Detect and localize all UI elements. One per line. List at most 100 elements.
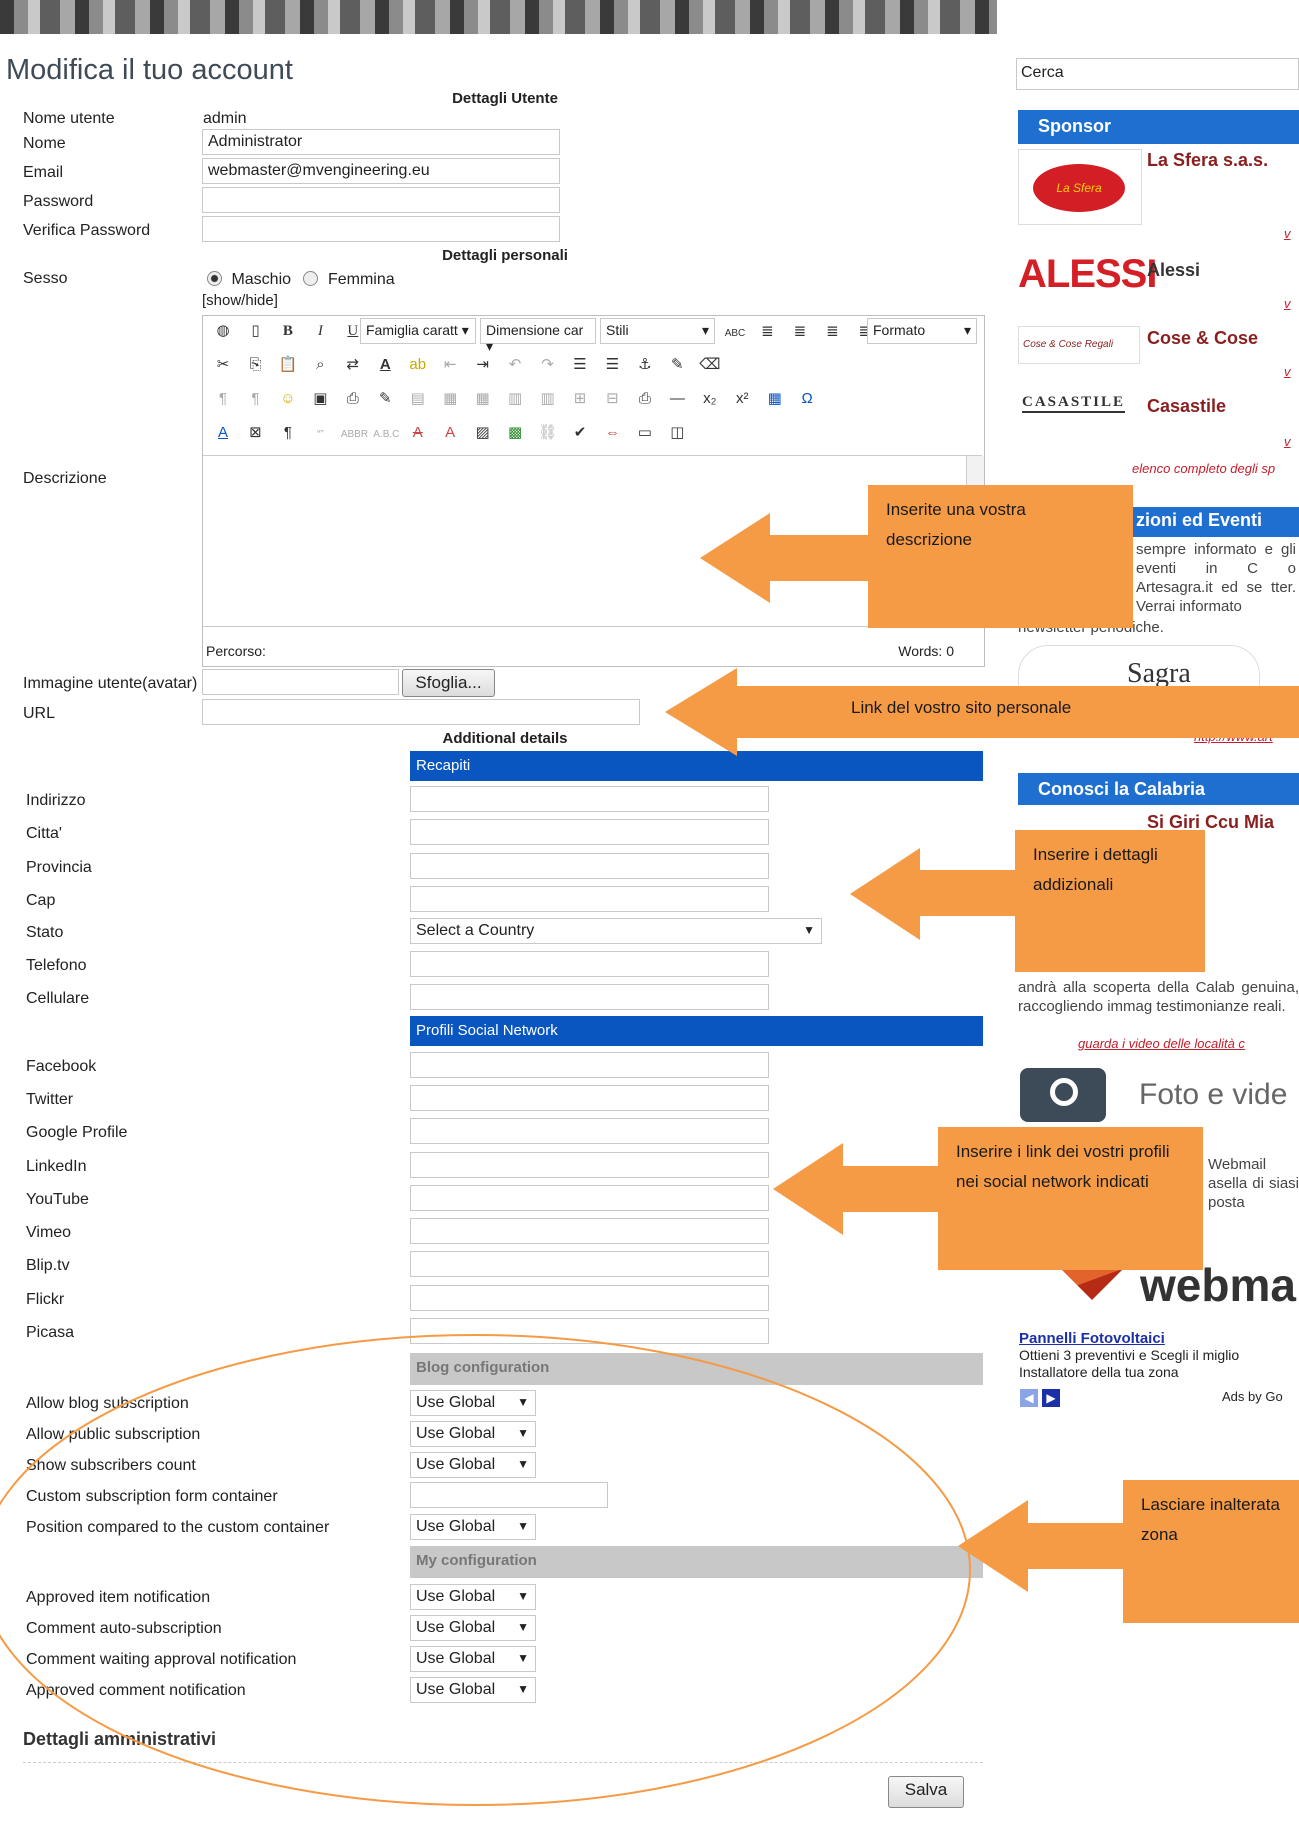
superscript-icon[interactable]: x² <box>730 387 754 411</box>
split-icon[interactable]: ⊞ <box>568 387 592 411</box>
bullet-list-icon[interactable]: ☰ <box>600 353 624 377</box>
attribs-icon[interactable]: ⊠ <box>243 421 267 445</box>
align-left-icon[interactable]: ≣ <box>755 320 779 344</box>
verify-password-input[interactable] <box>202 216 560 242</box>
styles-select[interactable]: Stili ▾ <box>600 318 715 344</box>
female-radio[interactable] <box>303 271 319 286</box>
align-right-icon[interactable]: ≣ <box>820 320 844 344</box>
replace-icon[interactable]: ⇄ <box>341 353 365 377</box>
sponsor-logo-lasfera[interactable]: La Sfera <box>1018 149 1142 225</box>
vimeo-input[interactable] <box>410 1218 769 1244</box>
cite-icon[interactable]: “” <box>308 423 332 447</box>
foto-video-label[interactable]: Foto e vide <box>1139 1078 1287 1112</box>
rtl-icon[interactable]: ¶ <box>243 387 267 411</box>
media-icon[interactable]: ▣ <box>308 387 332 411</box>
charmap-icon[interactable]: Ω <box>795 387 819 411</box>
sidebar-search-input[interactable]: Cerca <box>1016 58 1299 90</box>
hr-icon[interactable]: — <box>665 387 689 411</box>
sponsor-more-link-1[interactable]: v <box>1284 226 1291 241</box>
google-profile-input[interactable] <box>410 1118 769 1144</box>
redo-icon[interactable]: ↷ <box>536 353 560 377</box>
bold-icon[interactable]: B <box>276 319 300 343</box>
row-icon[interactable]: ▥ <box>503 387 527 411</box>
sponsor-more-link-3[interactable]: v <box>1284 364 1291 379</box>
anchor-icon[interactable]: ⚓ <box>633 353 657 377</box>
eraser-icon[interactable]: ⌫ <box>698 353 722 377</box>
styleprops-icon[interactable]: A <box>211 421 235 445</box>
sponsor-more-link-2[interactable]: v <box>1284 296 1291 311</box>
link-icon[interactable]: ⛓ <box>536 421 560 445</box>
sponsor-name-cose[interactable]: Cose & Cose <box>1147 328 1258 349</box>
format-select[interactable]: Formato ▾ <box>867 318 977 344</box>
youtube-input[interactable] <box>410 1185 769 1211</box>
merge-icon[interactable]: ⊟ <box>600 387 624 411</box>
cleanup-icon[interactable]: ✎ <box>665 353 689 377</box>
calabria-video-link[interactable]: guarda i video delle località c <box>1078 1036 1245 1051</box>
print-icon[interactable]: ⎙ <box>633 387 657 411</box>
show-hide-toggle[interactable]: [show/hide] <box>202 292 278 309</box>
align-center-icon[interactable]: ≣ <box>788 320 812 344</box>
url-input[interactable] <box>202 699 640 725</box>
sponsor-logo-alessi[interactable]: ALESSI <box>1018 252 1157 297</box>
layer-icon[interactable]: ▭ <box>633 421 657 445</box>
find-icon[interactable]: ⌕ <box>308 353 332 377</box>
emoticon-icon[interactable]: ☺ <box>276 387 300 411</box>
facebook-input[interactable] <box>410 1052 769 1078</box>
ads-by-label[interactable]: Ads by Go <box>1222 1389 1283 1404</box>
pilcrow-icon[interactable]: ¶ <box>276 421 300 445</box>
sponsor-name-casastile[interactable]: Casastile <box>1147 396 1226 417</box>
help-icon[interactable]: ◍ <box>211 319 235 343</box>
sponsor-logo-cose[interactable]: Cose & Cose Regali <box>1018 326 1140 364</box>
twitter-input[interactable] <box>410 1085 769 1111</box>
col-icon[interactable]: ▥ <box>536 387 560 411</box>
address-input[interactable] <box>410 786 769 812</box>
name-input[interactable]: Administrator <box>202 129 560 155</box>
highlight-icon[interactable]: ab <box>406 353 430 377</box>
password-input[interactable] <box>202 187 560 213</box>
bliptv-input[interactable] <box>410 1251 769 1277</box>
pagebreak-icon[interactable]: ⇔ <box>600 421 624 445</box>
sponsor-full-list-link[interactable]: elenco completo degli sp <box>1132 461 1275 476</box>
ltr-icon[interactable]: ¶ <box>211 387 235 411</box>
new-doc-icon[interactable]: ▯ <box>243 319 267 343</box>
strikethrough-icon[interactable]: ABC <box>723 322 747 346</box>
sponsor-name-lasfera[interactable]: La Sfera s.a.s. <box>1147 150 1268 171</box>
outdent-icon[interactable]: ⇤ <box>438 353 462 377</box>
subscript-icon[interactable]: x₂ <box>698 387 722 411</box>
country-select[interactable]: Select a Country ▼ <box>410 918 822 944</box>
mobile-input[interactable] <box>410 984 769 1010</box>
indent-icon[interactable]: ⇥ <box>471 353 495 377</box>
cap-input[interactable] <box>410 886 769 912</box>
copy-icon[interactable]: ⎘ <box>243 353 267 377</box>
preview-icon[interactable]: ⎙ <box>341 387 365 411</box>
font-size-select[interactable]: Dimensione car ▾ <box>480 318 596 354</box>
ins-icon[interactable]: A <box>438 421 462 445</box>
flickr-input[interactable] <box>410 1285 769 1311</box>
font-family-select[interactable]: Famiglia caratt ▾ <box>360 318 476 344</box>
sponsor-logo-casastile[interactable]: CASASTILE <box>1022 394 1126 413</box>
sponsor-more-link-4[interactable]: v <box>1284 434 1291 449</box>
abbr-icon[interactable]: ABBR <box>341 423 368 447</box>
cut-icon[interactable]: ✂ <box>211 353 235 377</box>
avatar-file-input[interactable] <box>202 669 399 695</box>
sponsor-name-alessi[interactable]: Alessi <box>1147 260 1200 281</box>
province-input[interactable] <box>410 853 769 879</box>
table-icon[interactable]: ▦ <box>438 387 462 411</box>
image-manager-icon[interactable]: ▩ <box>503 421 527 445</box>
visual-aid-icon[interactable]: ▦ <box>763 387 787 411</box>
acronym-icon[interactable]: A.B.C <box>373 423 399 447</box>
numbered-list-icon[interactable]: ☰ <box>568 353 592 377</box>
template-icon[interactable]: ▤ <box>406 387 430 411</box>
male-radio[interactable] <box>207 271 222 286</box>
ad-next-button[interactable]: ▶ <box>1042 1389 1060 1407</box>
edit-icon[interactable]: ✎ <box>373 387 397 411</box>
del-icon[interactable]: A <box>406 421 430 445</box>
spellcheck-icon[interactable]: ✔ <box>568 421 592 445</box>
browse-button[interactable]: Sfoglia... <box>402 669 495 697</box>
linkedin-input[interactable] <box>410 1152 769 1178</box>
undo-icon[interactable]: ↶ <box>503 353 527 377</box>
ad-prev-button[interactable]: ◀ <box>1020 1389 1038 1407</box>
paste-icon[interactable]: 📋 <box>276 353 300 377</box>
ad-title-link[interactable]: Pannelli Fotovoltaici <box>1019 1330 1165 1347</box>
phone-input[interactable] <box>410 951 769 977</box>
